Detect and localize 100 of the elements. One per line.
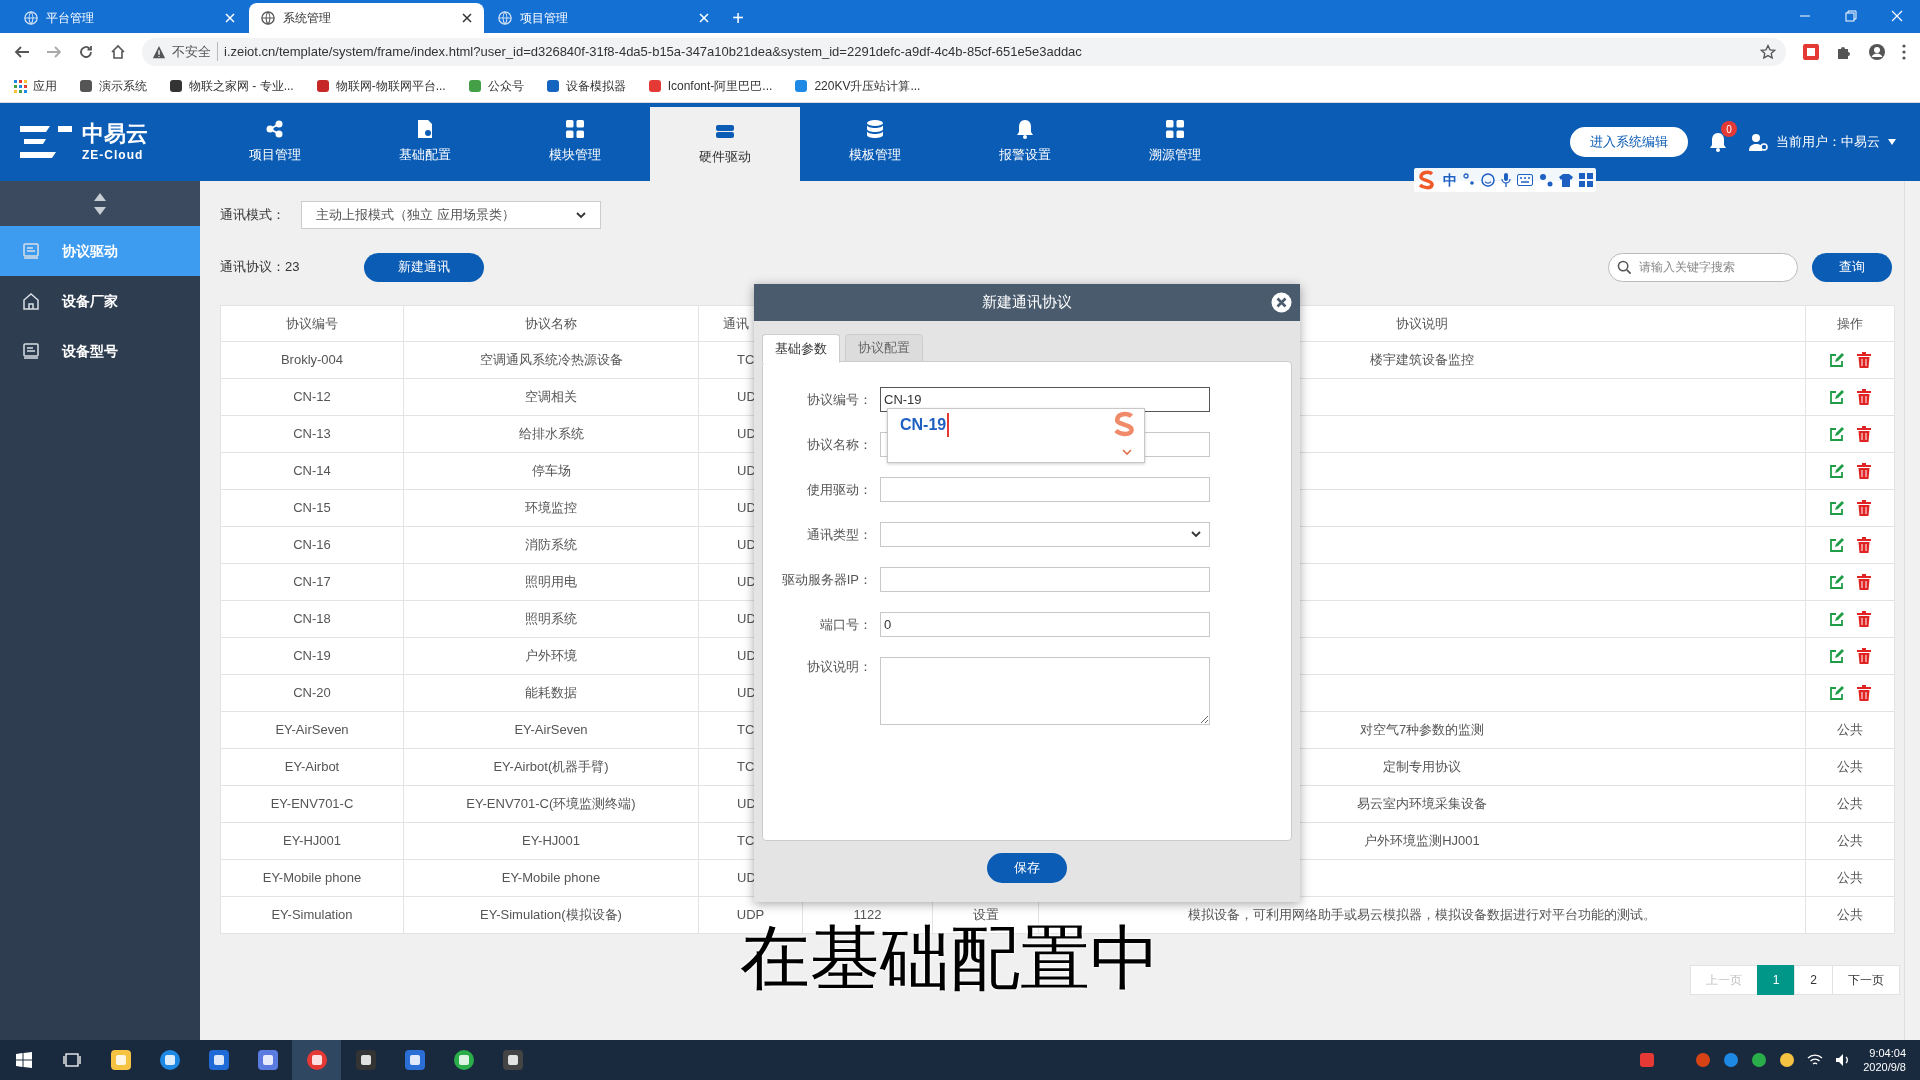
trash-icon[interactable] <box>1857 426 1871 442</box>
trash-icon[interactable] <box>1857 389 1871 405</box>
monitor-icon <box>22 242 40 260</box>
tray-app-icon[interactable] <box>1751 1052 1768 1068</box>
profile-icon[interactable] <box>1868 42 1886 61</box>
wifi-icon[interactable] <box>1807 1053 1824 1067</box>
app-icon[interactable] <box>207 1049 230 1071</box>
edit-icon[interactable] <box>1829 648 1845 664</box>
edit-icon[interactable] <box>1829 389 1845 405</box>
mode-select[interactable]: 主动上报模式（独立 应用场景类） <box>301 201 601 229</box>
save-button[interactable]: 保存 <box>987 853 1067 883</box>
app-icon[interactable] <box>256 1049 279 1071</box>
caret-icon[interactable] <box>1888 139 1896 145</box>
nav-tab[interactable]: 报警设置 <box>950 103 1100 181</box>
table-cell: 公共 <box>1806 860 1895 897</box>
textarea-field[interactable] <box>880 657 1210 725</box>
punctuation-icon[interactable] <box>1463 173 1475 187</box>
input-field[interactable] <box>880 567 1210 592</box>
microphone-icon[interactable] <box>1501 173 1511 187</box>
trash-icon[interactable] <box>1857 537 1871 553</box>
edit-icon[interactable] <box>1829 426 1845 442</box>
app-icon[interactable] <box>354 1049 377 1071</box>
pagination-button[interactable]: 下一页 <box>1832 965 1900 995</box>
dialog-tab[interactable]: 基础参数 <box>762 334 840 363</box>
bookmark[interactable]: 物联网-物联网平台... <box>315 77 446 95</box>
enter-edit-button[interactable]: 进入系统编辑 <box>1570 127 1688 157</box>
pagination-button[interactable]: 2 <box>1794 965 1833 995</box>
back-icon[interactable] <box>14 43 30 60</box>
trash-icon[interactable] <box>1857 463 1871 479</box>
new-protocol-button[interactable]: 新建通讯 <box>364 252 484 282</box>
app-icon[interactable] <box>305 1049 328 1071</box>
input-field[interactable]: 0 <box>880 612 1210 637</box>
trash-icon[interactable] <box>1857 648 1871 664</box>
tools-icon[interactable] <box>1539 173 1553 187</box>
logo-name: 中易云 <box>82 123 148 145</box>
nav-tab[interactable]: 模板管理 <box>800 103 950 181</box>
chevron-down-icon[interactable] <box>1122 449 1132 456</box>
trash-icon[interactable] <box>1857 574 1871 590</box>
bookmark[interactable]: 公众号 <box>467 77 524 95</box>
nav-tab[interactable]: 项目管理 <box>200 103 350 181</box>
edit-icon[interactable] <box>1829 352 1845 368</box>
edit-icon[interactable] <box>1829 537 1845 553</box>
edit-icon[interactable] <box>1829 574 1845 590</box>
database-icon <box>865 119 885 140</box>
dialog-tab[interactable]: 协议配置 <box>845 334 923 362</box>
task-view-icon[interactable] <box>63 1053 81 1067</box>
collapse-arrows-icon[interactable] <box>93 191 107 216</box>
bookmark[interactable]: 220KV升压站计算... <box>794 77 921 95</box>
nav-tab[interactable]: 溯源管理 <box>1100 103 1250 181</box>
app-icon[interactable] <box>501 1049 524 1071</box>
grid-icon[interactable] <box>1579 173 1593 187</box>
app-icon[interactable] <box>452 1049 475 1071</box>
bookmark[interactable]: 应用 <box>14 77 57 95</box>
ime-candidate[interactable]: CN-19 <box>900 413 950 437</box>
kebab-menu-icon[interactable] <box>1902 43 1906 60</box>
s-logo-icon[interactable] <box>1417 170 1437 190</box>
grid-icon <box>565 119 585 140</box>
emoji-icon[interactable] <box>1481 173 1495 187</box>
app-icon[interactable] <box>158 1049 181 1071</box>
extension-icon[interactable] <box>1802 42 1820 61</box>
browser-tab[interactable]: 系统管理 <box>249 3 484 33</box>
app-icon[interactable] <box>109 1049 132 1071</box>
trash-icon[interactable] <box>1857 611 1871 627</box>
close-icon[interactable] <box>462 13 472 23</box>
input-field[interactable] <box>880 477 1210 502</box>
bell-icon[interactable] <box>1708 131 1728 153</box>
pagination-button[interactable]: 1 <box>1756 965 1796 995</box>
edit-icon[interactable] <box>1829 463 1845 479</box>
nav-tab[interactable]: 模块管理 <box>500 103 650 181</box>
trash-icon[interactable] <box>1857 685 1871 701</box>
edit-icon[interactable] <box>1829 611 1845 627</box>
tray-app-icon[interactable] <box>1779 1052 1796 1068</box>
trash-icon[interactable] <box>1857 500 1871 516</box>
edit-icon[interactable] <box>1829 500 1845 516</box>
ime-mode[interactable]: 中 <box>1443 169 1457 191</box>
edit-icon[interactable] <box>1829 685 1845 701</box>
table-cell: EY-HJ001 <box>404 823 699 860</box>
shirt-icon[interactable] <box>1559 173 1573 187</box>
reload-icon[interactable] <box>78 43 94 60</box>
close-icon[interactable] <box>1271 292 1292 313</box>
trash-icon[interactable] <box>1857 352 1871 368</box>
keyboard-icon[interactable] <box>1517 174 1533 186</box>
bookmark[interactable]: 设备模拟器 <box>545 77 626 95</box>
search-field[interactable]: 请输入关键字搜索 <box>1608 252 1798 282</box>
query-button[interactable]: 查询 <box>1812 252 1892 282</box>
nav-tab[interactable]: 硬件驱动 <box>650 107 800 181</box>
app-icon[interactable] <box>403 1049 426 1071</box>
bookmark[interactable]: 演示系统 <box>79 77 147 95</box>
windows-start-icon[interactable] <box>16 1052 32 1068</box>
tray-app-icon[interactable] <box>1723 1052 1740 1068</box>
nav-tab[interactable]: 基础配置 <box>350 103 500 181</box>
bookmark[interactable]: Iconfont-阿里巴巴... <box>647 77 773 95</box>
field-label: 使用驱动： <box>806 480 873 499</box>
select-field[interactable] <box>880 522 1210 547</box>
star-icon[interactable] <box>1760 43 1776 60</box>
home-icon[interactable] <box>110 43 126 60</box>
bookmark[interactable]: 物联之家网 - 专业... <box>169 77 294 95</box>
new-tab-button[interactable]: + <box>723 3 753 33</box>
site-icon <box>467 79 482 93</box>
address-bar[interactable]: 不安全 i.zeiot.cn/template/system/frame/index.html?user_id=d326840f-31f8-4da5-b15a-347a10b21dea&system_id=2291defc-a9df-4c4b-85cf-651e5e3addac <box>142 37 1786 66</box>
